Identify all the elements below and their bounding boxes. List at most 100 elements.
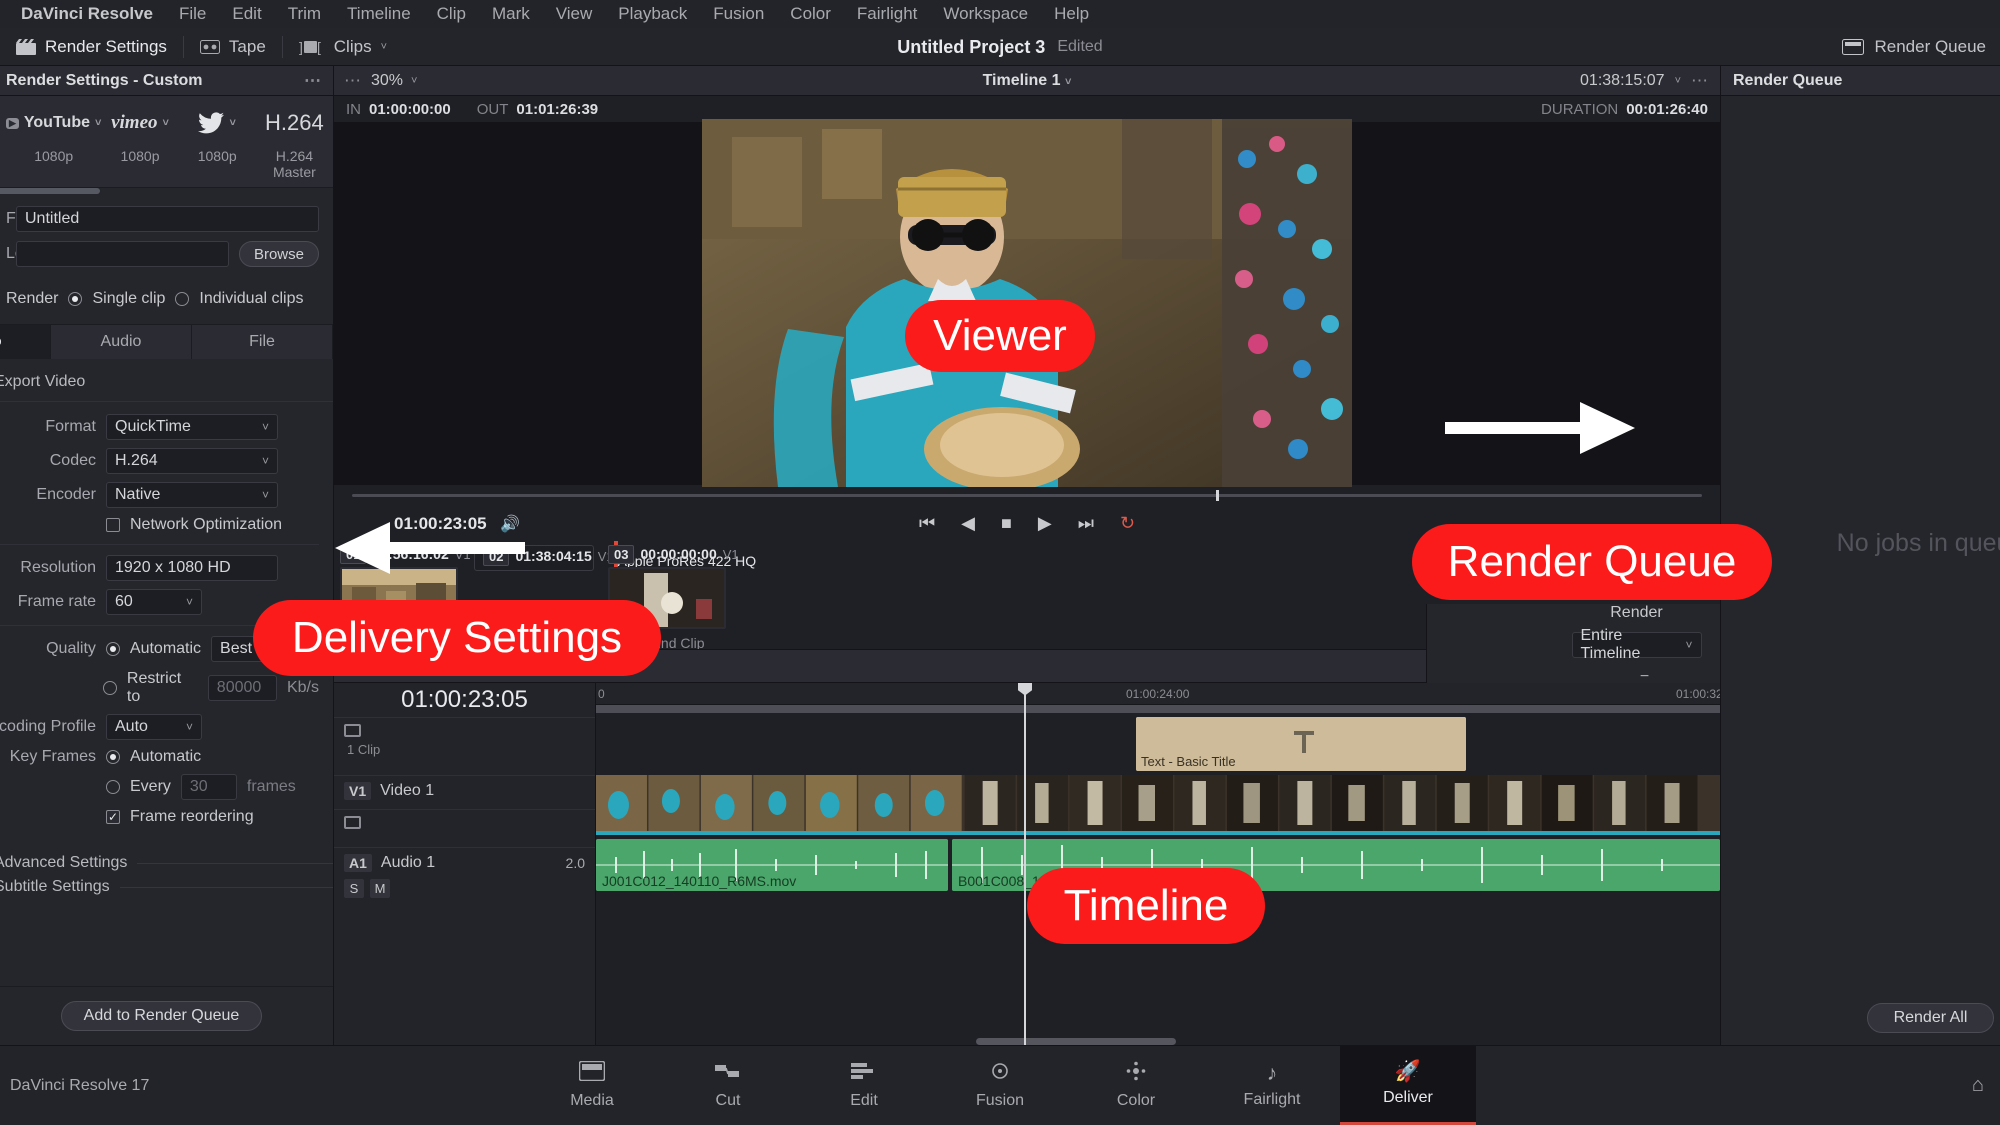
render-settings-button[interactable]: Render Settings	[0, 28, 183, 65]
menu-item-trim[interactable]: Trim	[275, 4, 334, 24]
timeline-playhead[interactable]	[1024, 682, 1026, 1045]
format-select[interactable]: QuickTime ˅	[106, 414, 278, 440]
preset-scrollbar[interactable]	[0, 188, 333, 196]
page-deliver[interactable]: 🚀 Deliver	[1340, 1046, 1476, 1125]
export-video-section: Export Video	[0, 359, 333, 402]
in-value[interactable]: 01:00:00:00	[369, 101, 451, 118]
jump-start-icon[interactable]: ⏮	[919, 513, 935, 534]
keyframes-count-input[interactable]: 30	[180, 774, 237, 800]
solo-button[interactable]: S	[344, 878, 364, 898]
bitrate-input[interactable]: 80000	[207, 675, 277, 701]
video-track-clip[interactable]	[596, 774, 1720, 831]
menu-item-resolve[interactable]: DaVinci Resolve	[8, 4, 166, 24]
viewer-menu-icon[interactable]: ⋯	[1691, 71, 1710, 91]
location-input[interactable]	[16, 241, 229, 267]
out-value[interactable]: 01:01:26:39	[516, 101, 598, 118]
play-icon[interactable]: ▶	[1038, 513, 1052, 534]
track-header-video-extra[interactable]	[334, 808, 595, 847]
tab-video[interactable]: Video	[0, 325, 51, 359]
render-all-button[interactable]: Render All	[1866, 1003, 1995, 1033]
page-fairlight[interactable]: ♪ Fairlight	[1204, 1046, 1340, 1125]
page-fusion[interactable]: Fusion	[932, 1046, 1068, 1125]
viewer-scrubber[interactable]	[334, 484, 1720, 507]
menu-item-color[interactable]: Color	[777, 4, 844, 24]
menu-item-help[interactable]: Help	[1041, 4, 1102, 24]
track-header-video1[interactable]: V1 Video 1	[334, 774, 595, 809]
menu-bar[interactable]: DaVinci Resolve File Edit Trim Timeline …	[0, 0, 2000, 28]
page-cut[interactable]: Cut	[660, 1046, 796, 1125]
radio-keyframes-automatic[interactable]	[106, 750, 120, 764]
codec-select[interactable]: H.264 ˅	[106, 448, 278, 474]
radio-single-clip[interactable]	[68, 292, 83, 306]
menu-item-view[interactable]: View	[543, 4, 606, 24]
chevron-down-icon[interactable]: ˅	[229, 117, 235, 129]
preset-youtube[interactable]: ▶ YouTube ˅ 1080p	[6, 108, 101, 164]
menu-item-fusion[interactable]: Fusion	[700, 4, 777, 24]
radio-individual-clips-label[interactable]: Individual clips	[199, 290, 303, 308]
chevron-down-icon[interactable]: ˅	[381, 41, 387, 53]
timeline-horizontal-scrollbar[interactable]	[976, 1038, 1176, 1045]
menu-item-edit[interactable]: Edit	[219, 4, 274, 24]
page-media[interactable]: Media	[524, 1046, 660, 1125]
render-range-select[interactable]: Entire Timeline ˅	[1571, 627, 1702, 662]
menu-item-clip[interactable]: Clip	[424, 4, 479, 24]
encoder-select[interactable]: Native ˅	[106, 482, 278, 508]
radio-quality-automatic[interactable]	[105, 642, 120, 656]
radio-quality-restrict[interactable]	[103, 681, 117, 695]
tab-file[interactable]: File	[192, 325, 333, 359]
filename-input[interactable]: Untitled	[16, 206, 319, 232]
tape-button[interactable]: Tape	[184, 28, 282, 65]
viewer-zoom-value[interactable]: 30%	[371, 72, 403, 90]
radio-keyframes-every[interactable]	[106, 780, 120, 794]
stop-icon[interactable]: ■	[1001, 513, 1012, 534]
youtube-icon: ▶ YouTube ˅	[6, 108, 101, 138]
page-edit[interactable]: Edit	[796, 1046, 932, 1125]
render-queue-toolbar-label[interactable]: Render Queue	[1874, 37, 1986, 57]
encoding-profile-select[interactable]: Auto ˅	[106, 714, 202, 740]
title-clip-name: Text - Basic Title	[1141, 753, 1236, 769]
page-color[interactable]: Color	[1068, 1046, 1204, 1125]
network-optimization-checkbox[interactable]	[106, 518, 120, 532]
add-to-render-queue-button[interactable]: Add to Render Queue	[60, 1001, 263, 1031]
track-header-audio1[interactable]: A1 Audio 1 2.0 S M	[334, 846, 595, 911]
framerate-select[interactable]: 60 ˅	[106, 589, 202, 615]
jump-end-icon[interactable]: ⏭	[1078, 513, 1094, 534]
menu-item-file[interactable]: File	[166, 4, 219, 24]
encoding-profile-label: Encoding Profile	[0, 718, 96, 735]
timeline-ruler[interactable]: 0 01:00:24:00 01:00:32:00	[596, 682, 1720, 705]
home-icon[interactable]: ⌂	[1972, 1074, 1984, 1097]
clips-button[interactable]: ][ Clips ˅	[283, 28, 403, 65]
resolution-select[interactable]: 1920 x 1080 HD	[106, 555, 278, 581]
browse-button[interactable]: Browse	[238, 241, 319, 267]
chevron-down-icon[interactable]: ˅	[1065, 76, 1071, 88]
menu-item-workspace[interactable]: Workspace	[930, 4, 1041, 24]
play-reverse-icon[interactable]: ◀	[961, 513, 975, 534]
chevron-down-icon[interactable]: ˅	[163, 117, 169, 129]
menu-item-mark[interactable]: Mark	[479, 4, 543, 24]
mute-button[interactable]: M	[370, 878, 390, 898]
audio-clip[interactable]: J001C012_140110_R6MS.mov	[596, 838, 948, 891]
timeline-tracks[interactable]: 0 01:00:24:00 01:00:32:00 Text - Basic T…	[596, 682, 1720, 1045]
scrubber-playhead[interactable]	[1216, 490, 1219, 501]
panel-options-icon[interactable]: ⋯	[304, 71, 323, 91]
tab-audio[interactable]: Audio	[51, 325, 192, 359]
radio-individual-clips[interactable]	[175, 292, 190, 306]
chevron-down-icon[interactable]: ˅	[1675, 75, 1681, 87]
svg-text:[: [	[317, 39, 321, 55]
subtitle-settings-row[interactable]: Subtitle Settings	[0, 878, 333, 896]
clip-track: V1	[722, 546, 739, 562]
loop-icon[interactable]: ↻	[1120, 513, 1135, 534]
title-clip[interactable]: Text - Basic Title	[1136, 716, 1466, 771]
frame-reordering-checkbox[interactable]: ✓	[106, 810, 120, 824]
menu-item-playback[interactable]: Playback	[605, 4, 700, 24]
viewer-options-icon[interactable]: ⋯	[344, 71, 363, 91]
preset-h264[interactable]: H.264 H.264 Master	[256, 108, 333, 180]
preset-vimeo[interactable]: vimeo ˅ 1080p	[101, 108, 178, 164]
preset-twitter[interactable]: ˅ 1080p	[179, 108, 256, 164]
track-header-video2[interactable]: 1 Clip	[334, 716, 595, 775]
advanced-settings-row[interactable]: Advanced Settings	[0, 854, 333, 872]
chevron-down-icon[interactable]: ˅	[411, 75, 417, 87]
menu-item-fairlight[interactable]: Fairlight	[844, 4, 930, 24]
radio-single-clip-label[interactable]: Single clip	[92, 290, 165, 308]
menu-item-timeline[interactable]: Timeline	[334, 4, 424, 24]
